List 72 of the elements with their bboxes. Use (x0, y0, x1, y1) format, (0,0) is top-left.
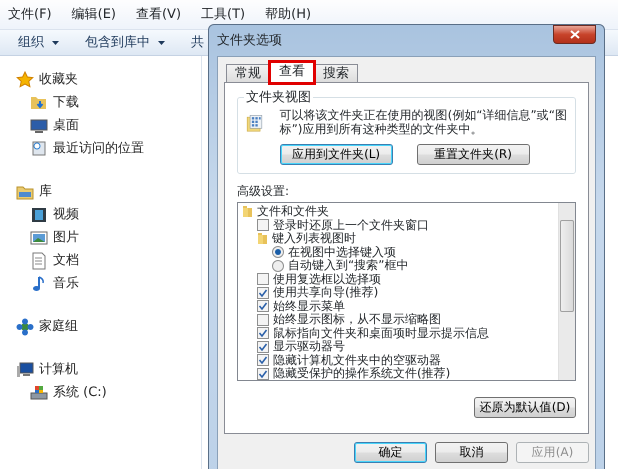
nav-item[interactable]: 文档 (53, 250, 79, 270)
close-button[interactable] (553, 25, 596, 44)
ok-button[interactable]: 确定 (354, 442, 427, 463)
setting-label: 鼠标指向文件夹和桌面项时显示提示信息 (273, 326, 489, 340)
menu-item[interactable]: 文件(F) (8, 4, 52, 24)
radio-button[interactable] (272, 260, 284, 272)
section-label: 高级设置: (237, 183, 290, 200)
apply-button[interactable]: 重置文件夹(R) (416, 144, 530, 165)
nav-item[interactable]: 计算机 (39, 360, 78, 380)
setting-label: 隐藏计算机文件夹中的空驱动器 (273, 354, 441, 367)
checkbox[interactable] (257, 219, 269, 232)
folder-icon (257, 232, 268, 246)
nav-item[interactable]: 系统 (C:) (53, 382, 107, 402)
checkbox[interactable] (257, 314, 269, 326)
star-icon (16, 70, 34, 88)
scrollbar[interactable] (558, 203, 575, 380)
toolbar-button[interactable]: 组织 (18, 32, 59, 52)
scroll-thumb[interactable] (560, 220, 574, 312)
setting-label: 使用复选框以选择项 (273, 272, 381, 286)
tab[interactable]: 查看 (270, 62, 314, 83)
menu-item[interactable]: 查看(V) (136, 4, 182, 24)
menu-item[interactable]: 编辑(E) (72, 4, 116, 24)
nav-item[interactable]: 库 (39, 182, 52, 202)
setting-label: 文件和文件夹 (257, 205, 329, 218)
tab[interactable]: 搜索 (314, 64, 358, 82)
nav-item[interactable]: 收藏夹 (39, 70, 78, 90)
monitor-icon (30, 116, 48, 134)
menu-item[interactable]: 工具(T) (201, 4, 246, 24)
nav-item[interactable]: 下载 (53, 92, 79, 112)
document-icon (30, 252, 48, 270)
setting-label: 始终显示菜单 (273, 300, 345, 313)
checkbox[interactable] (257, 354, 269, 366)
description-text: 可以将该文件夹正在使用的视图(例如“详细信息”或“图标”)应用到所有这种类型的文件夹中。 (280, 108, 567, 136)
checkbox[interactable] (257, 340, 269, 353)
setting-label: 登录时还原上一个文件夹窗口 (273, 218, 429, 232)
nav-item[interactable]: 桌面 (53, 116, 79, 136)
radio-button[interactable] (272, 246, 284, 258)
setting-label: 键入列表视图时 (272, 232, 356, 246)
nav-item[interactable]: 视频 (53, 204, 79, 224)
setting-label: 自动键入到“搜索”框中 (288, 259, 408, 272)
close-icon (570, 30, 580, 39)
nav-item[interactable]: 最近访问的位置 (53, 138, 144, 158)
window-title: 文件夹选项 (217, 32, 282, 50)
tab[interactable]: 常规 (226, 64, 270, 82)
nav-item[interactable]: 图片 (53, 228, 79, 248)
toolbar-button[interactable]: 共 (191, 32, 204, 52)
caret-icon (158, 40, 165, 44)
network-icon (16, 318, 34, 336)
checkbox[interactable] (257, 286, 269, 299)
setting-label: 在视图中选择键入项 (288, 246, 396, 259)
computer-icon (16, 360, 34, 378)
caret-icon (52, 40, 59, 44)
setting-label: 显示驱动器号 (273, 340, 345, 354)
setting-label: 始终显示图标，从不显示缩略图 (273, 313, 441, 326)
checkbox[interactable] (257, 273, 269, 286)
film-icon (30, 206, 48, 224)
checkbox[interactable] (257, 368, 269, 380)
apply-button[interactable]: 应用到文件夹(L) (280, 144, 393, 165)
menu-item[interactable]: 帮助(H) (265, 4, 312, 24)
restore-defaults-button[interactable]: 还原为默认值(D) (474, 397, 576, 418)
cancel-button[interactable]: 取消 (435, 442, 508, 463)
nav-item[interactable]: 家庭组 (39, 316, 78, 336)
drive-icon (30, 384, 48, 402)
folder-icon (242, 205, 253, 218)
checkbox[interactable] (257, 327, 269, 340)
checkbox[interactable] (257, 300, 269, 312)
toolbar-button[interactable]: 包含到库中 (85, 32, 165, 52)
setting-label: 使用共享向导(推荐) (273, 286, 378, 300)
clock-icon (30, 140, 48, 158)
setting-label: 隐藏受保护的操作系统文件(推荐) (273, 367, 450, 380)
nav-item[interactable]: 音乐 (53, 274, 79, 294)
picture-icon (30, 228, 48, 246)
